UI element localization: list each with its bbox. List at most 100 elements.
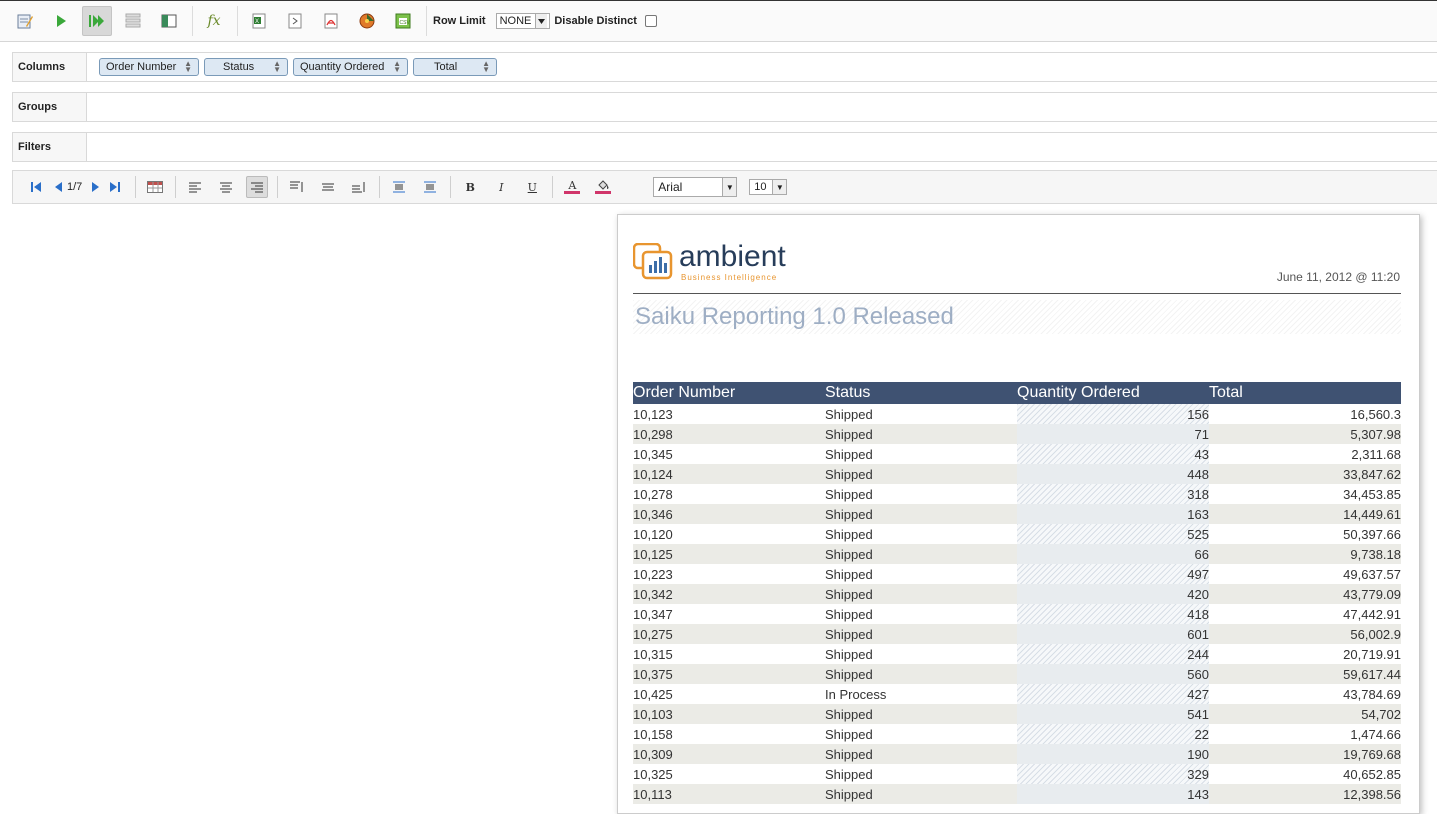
export-pdf-icon — [324, 13, 338, 29]
font-color-button[interactable]: A — [561, 176, 583, 198]
groups-zone-label: Groups — [13, 93, 87, 121]
report-view-button[interactable] — [154, 6, 184, 36]
filters-zone[interactable]: Filters — [12, 132, 1437, 162]
cell-quantity-ordered: 43 — [1017, 444, 1209, 464]
column-pill-quantity-ordered[interactable]: Quantity Ordered ▲ ▼ — [293, 58, 408, 76]
cell-order-number: 10,158 — [633, 726, 673, 742]
toggle-fields-button[interactable] — [118, 6, 148, 36]
font-color-icon: A — [568, 179, 577, 192]
header-order-number: Order Number — [633, 382, 825, 404]
cell-quantity-ordered: 448 — [1017, 464, 1209, 484]
cell-quantity-ordered: 66 — [1017, 544, 1209, 564]
report-view-icon — [161, 14, 177, 28]
export-prpt-button[interactable] — [352, 6, 382, 36]
previous-page-button[interactable] — [51, 176, 65, 198]
cell-quantity-ordered: 560 — [1017, 664, 1209, 684]
cell-quantity-ordered: 420 — [1017, 584, 1209, 604]
cell-status: Shipped — [825, 424, 1017, 444]
align-left-button[interactable] — [184, 176, 206, 198]
cell-status: Shipped — [825, 646, 873, 662]
toolbar-separator — [552, 176, 554, 198]
cell-quantity-ordered: 541 — [1017, 704, 1209, 724]
cell-order-number: 10,298 — [633, 424, 825, 444]
cell-status: Shipped — [825, 624, 1017, 644]
cell-quantity-ordered: 418 — [1017, 604, 1209, 624]
cell-status: Shipped — [825, 526, 873, 542]
cell-status: Shipped — [825, 744, 1017, 764]
table-row: 10,425 In Process 427 43,784.69 — [633, 684, 1401, 704]
ambient-logo-icon — [633, 243, 673, 280]
cell-status: Shipped — [825, 446, 873, 462]
export-csv-button[interactable]: CSV — [388, 6, 418, 36]
run-query-button[interactable] — [46, 6, 76, 36]
auto-run-button[interactable] — [82, 6, 112, 36]
ambient-logo: ambient Business Intelligence — [633, 242, 786, 282]
cell-quantity-ordered: 71 — [1017, 424, 1209, 444]
fill-color-button[interactable] — [592, 176, 614, 198]
table-row: 10,158 Shipped 22 1,474.66 — [633, 724, 1401, 744]
table-row: 10,325 Shipped 329 40,652.85 — [633, 764, 1401, 784]
valign-bottom-button[interactable] — [348, 176, 370, 198]
groups-zone[interactable]: Groups — [12, 92, 1437, 122]
table-row: 10,120 Shipped 525 50,397.66 — [633, 524, 1401, 544]
cell-order-number: 10,325 — [633, 766, 673, 782]
edit-query-button[interactable] — [10, 6, 40, 36]
cell-order-number: 10,223 — [633, 566, 673, 582]
cell-status: Shipped — [825, 566, 873, 582]
export-csv-icon: CSV — [395, 13, 411, 29]
cell-total: 14,449.61 — [1209, 504, 1401, 524]
bold-button[interactable]: B — [459, 176, 481, 198]
column-pill-total[interactable]: Total ▲ ▼ — [413, 58, 497, 76]
last-page-button[interactable] — [104, 176, 126, 198]
table-row: 10,309 Shipped 190 19,769.68 — [633, 744, 1401, 764]
toolbar-separator — [135, 176, 137, 198]
cell-status: Shipped — [825, 766, 873, 782]
cell-status: Shipped — [825, 504, 1017, 524]
padding-top-button[interactable] — [388, 176, 410, 198]
font-family-select[interactable]: Arial ▼ — [653, 177, 738, 197]
valign-bottom-icon — [352, 182, 365, 193]
cell-order-number: 10,342 — [633, 584, 825, 604]
underline-button[interactable]: U — [521, 176, 543, 198]
toolbar-separator — [426, 6, 427, 36]
align-center-icon — [220, 182, 233, 193]
column-pill-status[interactable]: Status ▲ ▼ — [204, 58, 288, 76]
calculated-member-button[interactable]: fx — [199, 6, 229, 36]
cell-total: 20,719.91 — [1343, 646, 1401, 662]
export-xls-button[interactable]: X — [244, 6, 274, 36]
columns-zone-label: Columns — [13, 53, 87, 81]
toggle-fields-icon — [125, 13, 141, 28]
cell-order-number: 10,120 — [633, 526, 673, 542]
cell-order-number: 10,103 — [633, 704, 825, 724]
align-center-button[interactable] — [215, 176, 237, 198]
first-page-button[interactable] — [25, 176, 47, 198]
report-date: June 11, 2012 @ 11:20 — [1276, 270, 1400, 284]
cell-order-number: 10,315 — [633, 646, 673, 662]
align-right-button[interactable] — [246, 176, 269, 198]
row-limit-select[interactable]: NONE — [495, 13, 551, 29]
cell-order-number: 10,425 — [633, 686, 673, 702]
valign-middle-icon — [322, 183, 335, 191]
table-format-button[interactable] — [144, 176, 166, 198]
font-size-select[interactable]: 10 ▼ — [749, 179, 788, 195]
auto-run-icon — [89, 15, 104, 27]
cell-total: 12,398.56 — [1209, 784, 1401, 804]
italic-button[interactable]: I — [490, 176, 512, 198]
table-row: 10,345 Shipped 43 2,311.68 — [633, 444, 1401, 464]
cell-quantity-ordered: 156 — [1017, 404, 1209, 424]
cell-quantity-ordered: 525 — [1017, 524, 1209, 544]
cell-quantity-ordered: 190 — [1017, 744, 1209, 764]
valign-middle-button[interactable] — [317, 176, 339, 198]
disable-distinct-checkbox[interactable] — [644, 15, 657, 27]
export-pdf-button[interactable] — [316, 6, 346, 36]
next-page-button[interactable] — [88, 176, 102, 198]
cell-order-number: 10,123 — [633, 406, 673, 422]
column-pill-order-number[interactable]: Order Number ▲ ▼ — [99, 58, 199, 76]
cell-status: Shipped — [825, 464, 1017, 484]
export-cda-button[interactable] — [280, 6, 310, 36]
padding-bottom-button[interactable] — [419, 176, 441, 198]
cell-total: 5,307.98 — [1209, 424, 1401, 444]
valign-top-button[interactable] — [286, 176, 308, 198]
cell-quantity-ordered: 601 — [1017, 624, 1209, 644]
cell-quantity-ordered: 318 — [1017, 484, 1209, 504]
